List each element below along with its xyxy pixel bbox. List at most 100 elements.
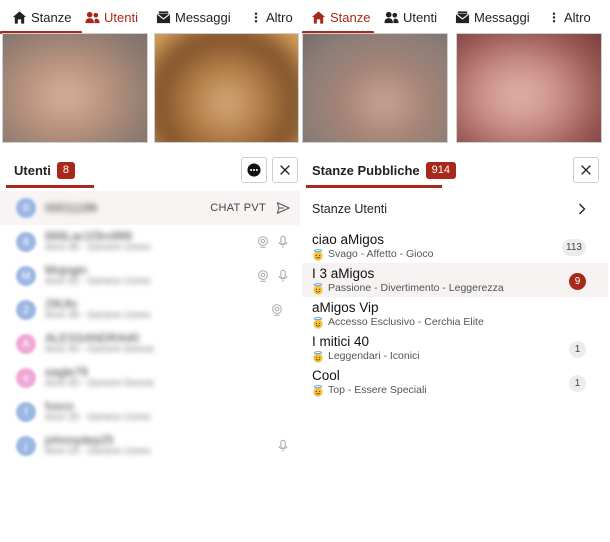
nav-stanze[interactable]: Stanze (311, 0, 370, 34)
more-options-button[interactable] (241, 157, 267, 183)
photo-strip (302, 33, 608, 143)
room-user-count: 1 (569, 341, 586, 358)
room-user-count: 1 (569, 375, 586, 392)
rooms-section-header: Stanze Pubbliche 914 (302, 152, 608, 188)
user-row[interactable]: 6 666Lac1f3ro999 Anni 46 - Genere Uomo (0, 225, 300, 259)
room-item[interactable]: ciao aMigos Svago - Affetto - Gioco 113 (302, 229, 608, 263)
user-name: 666Lac1f3ro999 (45, 229, 132, 243)
nav-altro[interactable]: Altro (250, 0, 293, 34)
room-name: I mitici 40 (312, 334, 370, 349)
user-photo[interactable] (456, 33, 602, 143)
room-tags: Passione - Divertimento - Leggerezza (328, 282, 504, 294)
chat-dots-icon (247, 163, 261, 177)
user-row[interactable]: j johnnydep25 Anni 24 - Genere Uomo (0, 429, 300, 463)
user-name: ALESSANDRA40 (45, 331, 140, 345)
user-details: Anni 25 - Genere Uomo (45, 412, 151, 423)
avatar: 2 (16, 300, 36, 320)
room-tags: Leggendari - Iconici (328, 350, 420, 362)
user-name: 29Ufo (45, 297, 78, 311)
nav-stanze[interactable]: Stanze (12, 0, 71, 34)
webcam-icon (258, 236, 268, 248)
smiley-halo-icon (313, 282, 323, 295)
user-name: Mojogin (45, 263, 88, 277)
users-section-header: Utenti 8 (0, 152, 300, 188)
section-title: Stanze Pubbliche (312, 162, 420, 178)
room-item[interactable]: I mitici 40 Leggendari - Iconici 1 (302, 331, 608, 365)
user-details: Anni 45 - Genere Donna (45, 378, 154, 389)
smiley-halo-icon (313, 316, 323, 329)
user-row[interactable]: 2 29Ufo Anni 39 - Genere Uomo (0, 293, 300, 327)
section-active-indicator (306, 185, 442, 188)
user-rooms-label: Stanze Utenti (312, 202, 388, 216)
more-vertical-icon (254, 12, 258, 22)
nav-utenti-label: Utenti (104, 9, 138, 25)
user-row[interactable]: A ALESSANDRA40 Anni 40 - Genere Donna (0, 327, 300, 361)
user-details: Anni 42 - Genere Uomo (45, 276, 151, 287)
room-user-count: 9 (569, 273, 586, 290)
user-photo[interactable] (2, 33, 148, 143)
nav-messaggi-label: Messaggi (175, 9, 231, 25)
room-name: Cool (312, 368, 340, 383)
user-photo[interactable] (302, 33, 448, 143)
webcam-icon (258, 270, 268, 282)
user-row[interactable]: M Mojogin Anni 42 - Genere Uomo (0, 259, 300, 293)
room-item[interactable]: Cool Top - Essere Speciali 1 (302, 365, 608, 399)
room-name: aMigos Vip (312, 300, 379, 315)
user-details: Anni 39 - Genere Uomo (45, 310, 151, 321)
user-row[interactable]: 0 00011199 CHAT PVT (0, 191, 300, 225)
room-item[interactable]: aMigos Vip Accesso Esclusivo - Cerchia E… (302, 297, 608, 331)
room-name: I 3 aMigos (312, 266, 375, 281)
room-user-count: 113 (562, 239, 586, 256)
top-nav: Stanze Utenti Messaggi Altro (0, 0, 300, 34)
user-details: Anni 46 - Genere Uomo (45, 242, 151, 253)
user-row[interactable]: e eagle79 Anni 45 - Genere Donna (0, 361, 300, 395)
users-panel: Stanze Utenti Messaggi Altro Utenti 8 0 … (0, 0, 300, 542)
envelope-icon (455, 10, 470, 23)
smiley-halo-icon (313, 384, 323, 397)
webcam-icon (272, 304, 282, 316)
smiley-halo-icon (313, 248, 323, 261)
close-icon (280, 165, 290, 175)
close-button[interactable] (272, 157, 298, 183)
user-name: johnnydep25 (45, 433, 114, 447)
nav-stanze-label: Stanze (330, 9, 371, 25)
photo-strip (0, 33, 300, 143)
nav-altro[interactable]: Altro (548, 0, 591, 34)
user-rooms-link[interactable]: Stanze Utenti (302, 190, 608, 228)
nav-messaggi[interactable]: Messaggi (455, 0, 530, 34)
more-vertical-icon (552, 12, 556, 22)
avatar: e (16, 368, 36, 388)
rooms-count-badge: 914 (425, 161, 456, 179)
avatar: 6 (16, 232, 36, 252)
top-nav: Stanze Utenti Messaggi Altro (302, 0, 608, 34)
user-list: 0 00011199 CHAT PVT 6 666Lac1f3ro999 Anni… (0, 191, 300, 463)
send-icon[interactable] (276, 201, 290, 215)
microphone-icon (278, 439, 288, 452)
room-item[interactable]: I 3 aMigos Passione - Divertimento - Leg… (302, 263, 608, 297)
microphone-icon (278, 269, 288, 282)
chevron-right-icon (579, 203, 586, 215)
close-button[interactable] (573, 157, 599, 183)
user-row[interactable]: f fusco Anni 25 - Genere Uomo (0, 395, 300, 429)
nav-utenti[interactable]: Utenti (85, 0, 138, 34)
room-tags: Top - Essere Speciali (328, 384, 427, 396)
user-photo[interactable] (154, 33, 299, 143)
avatar: j (16, 436, 36, 456)
nav-utenti[interactable]: Utenti (384, 0, 437, 34)
nav-altro-label: Altro (564, 9, 591, 25)
microphone-icon (278, 235, 288, 248)
envelope-icon (156, 10, 171, 23)
users-icon (384, 11, 399, 23)
room-tags: Accesso Esclusivo - Cerchia Elite (328, 316, 484, 328)
chat-pvt-label[interactable]: CHAT PVT (210, 202, 266, 214)
user-details: Anni 40 - Genere Donna (45, 344, 154, 355)
user-name: 00011199 (45, 201, 97, 215)
avatar: M (16, 266, 36, 286)
nav-messaggi[interactable]: Messaggi (156, 0, 231, 34)
avatar: f (16, 402, 36, 422)
room-tags: Svago - Affetto - Gioco (328, 248, 434, 260)
avatar: 0 (16, 198, 36, 218)
home-icon (12, 10, 27, 24)
nav-messaggi-label: Messaggi (474, 9, 530, 25)
rooms-panel: Stanze Utenti Messaggi Altro Stanze Pubb… (302, 0, 608, 542)
